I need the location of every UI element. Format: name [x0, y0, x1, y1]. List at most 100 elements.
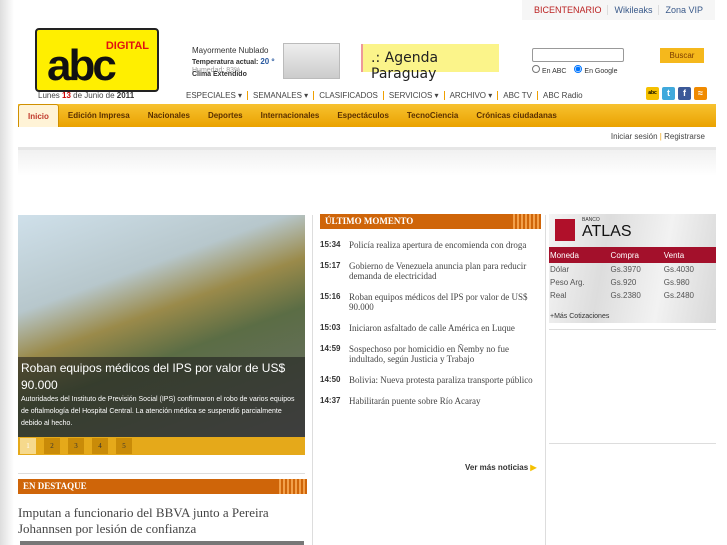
- radio-label: En ABC: [541, 68, 567, 75]
- tab-tecnociencia[interactable]: TecnoCiencia: [398, 104, 467, 127]
- abc-mobile-icon[interactable]: abc: [646, 87, 659, 100]
- tab-deportes[interactable]: Deportes: [199, 104, 252, 127]
- cloudy-weather-icon: [283, 43, 340, 79]
- slider-caption: Roban equipos médicos del IPS por valor …: [18, 357, 305, 437]
- menu-abc-tv[interactable]: ABC TV: [497, 91, 537, 100]
- cell: Gs.3970: [610, 265, 641, 274]
- tab-cronicas[interactable]: Crónicas ciudadanas: [467, 104, 565, 127]
- search-scope: En ABC En Google: [532, 65, 618, 75]
- table-row: Peso Arg. Gs.920 Gs.980: [549, 276, 716, 289]
- list-item[interactable]: 14:59 Sospechoso por homicidio en Ñemby n…: [320, 344, 541, 364]
- page-2[interactable]: 2: [44, 438, 60, 454]
- menu-semanales[interactable]: SEMANALES ▾: [247, 91, 313, 100]
- date-month: de Junio de: [73, 91, 115, 100]
- ad-band: [18, 147, 716, 176]
- more-news-label: Ver más noticias: [465, 463, 529, 472]
- news-time: 14:50: [320, 375, 341, 384]
- temp-value: 20 º: [260, 57, 275, 66]
- radio-en-abc[interactable]: En ABC: [532, 65, 566, 75]
- table-row: Real Gs.2380 Gs.2480: [549, 289, 716, 302]
- menu-servicios[interactable]: SERVICIOS ▾: [382, 91, 444, 100]
- destaque-images: [20, 541, 304, 545]
- cell: Gs.4030: [663, 265, 695, 274]
- list-item[interactable]: 15:03 Iniciaron asfaltado de calle Améric…: [320, 323, 541, 333]
- abc-logo[interactable]: DIGITAL abc: [35, 28, 159, 92]
- date-weekday: Lunes: [38, 91, 60, 100]
- news-headline[interactable]: Gobierno de Venezuela anuncia plan para …: [349, 261, 541, 281]
- login-links: Iniciar sesión | Registrarse: [610, 132, 705, 141]
- news-time: 15:16: [320, 292, 341, 301]
- list-item[interactable]: 14:37 Habilitarán puente sobre Río Acaray: [320, 396, 541, 406]
- page-5[interactable]: 5: [116, 438, 132, 454]
- menu-archivo[interactable]: ARCHIVO ▾: [443, 91, 498, 100]
- register-link[interactable]: Registrarse: [664, 132, 705, 141]
- divider: [549, 329, 716, 330]
- cell: Dólar: [550, 265, 570, 274]
- news-slider[interactable]: Roban equipos médicos del IPS por valor …: [18, 215, 305, 437]
- cell: Real: [550, 291, 567, 300]
- news-headline[interactable]: Policía realiza apertura de encomienda c…: [349, 240, 541, 250]
- search-button[interactable]: Buscar: [660, 48, 704, 63]
- divider: [545, 215, 546, 545]
- menu-especiales[interactable]: ESPECIALES ▾: [181, 91, 247, 100]
- slider-summary: Autoridades del Instituto de Previsión S…: [21, 396, 295, 427]
- page-1[interactable]: 1: [20, 438, 36, 454]
- page-shadow: [0, 0, 14, 545]
- main-nav: Inicio Edición Impresa Nacionales Deport…: [18, 104, 716, 127]
- twitter-icon[interactable]: t: [662, 87, 675, 100]
- facebook-icon[interactable]: f: [678, 87, 691, 100]
- radio-en-google[interactable]: En Google: [574, 65, 618, 75]
- weather-condition: Mayormente Nublado: [192, 46, 269, 55]
- list-item[interactable]: 14:50 Bolivia: Nueva protesta paraliza tr…: [320, 375, 541, 385]
- slider-title[interactable]: Roban equipos médicos del IPS por valor …: [21, 360, 302, 394]
- link-bicentenario[interactable]: BICENTENARIO: [528, 5, 608, 15]
- current-date: Lunes 13 de Junio de 2011: [38, 91, 134, 100]
- page-3[interactable]: 3: [68, 438, 84, 454]
- search-input[interactable]: [532, 48, 624, 62]
- radio-label: En Google: [584, 68, 618, 75]
- news-headline[interactable]: Habilitarán puente sobre Río Acaray: [349, 396, 541, 406]
- cell: Gs.2380: [610, 291, 641, 300]
- news-headline[interactable]: Bolivia: Nueva protesta paraliza transpo…: [349, 375, 541, 385]
- tab-inicio[interactable]: Inicio: [18, 104, 59, 127]
- tab-edicion-impresa[interactable]: Edición Impresa: [59, 104, 139, 127]
- menu-clasificados[interactable]: CLASIFICADOS: [313, 91, 383, 100]
- list-item[interactable]: 15:17 Gobierno de Venezuela anuncia plan …: [320, 261, 541, 281]
- slider-pager: 1 2 3 4 5: [18, 437, 305, 455]
- news-headline[interactable]: Iniciaron asfaltado de calle América en …: [349, 323, 541, 333]
- link-zona-vip[interactable]: Zona VIP: [658, 5, 709, 15]
- page-4[interactable]: 4: [92, 438, 108, 454]
- signin-link[interactable]: Iniciar sesión: [611, 132, 658, 141]
- destaque-headline[interactable]: Imputan a funcionario del BBVA junto a P…: [18, 505, 308, 537]
- col-venta: Venta: [662, 247, 716, 263]
- secondary-menu: ESPECIALES ▾ SEMANALES ▾ CLASIFICADOS SE…: [181, 91, 588, 100]
- list-item[interactable]: 15:16 Roban equipos médicos del IPS por v…: [320, 292, 541, 312]
- tab-internacionales[interactable]: Internacionales: [252, 104, 329, 127]
- top-links: BICENTENARIO Wikileaks Zona VIP: [521, 0, 715, 20]
- ultimo-momento-header: ÚLTIMO MOMENTO: [320, 214, 541, 229]
- more-news-link[interactable]: Ver más noticias ▶: [465, 463, 537, 472]
- news-headline[interactable]: Sospechoso por homicidio en Ñemby no fue…: [349, 344, 541, 364]
- table-row: Dólar Gs.3970 Gs.4030: [549, 263, 716, 276]
- ultimo-momento-list: 15:34 Policía realiza apertura de encomie…: [320, 240, 541, 417]
- atlas-logo-icon: [555, 219, 575, 241]
- arrow-right-icon: ▶: [530, 463, 537, 472]
- col-moneda: Moneda: [549, 247, 610, 263]
- rss-icon[interactable]: ≈: [694, 87, 707, 100]
- tab-nacionales[interactable]: Nacionales: [139, 104, 199, 127]
- agenda-paraguay-banner[interactable]: .: Agenda Paraguay: [361, 44, 499, 82]
- extended-weather-link[interactable]: Clima Extendido: [192, 68, 247, 81]
- weather-widget: Mayormente Nublado Temperatura actual: 2…: [192, 44, 274, 79]
- list-item[interactable]: 15:34 Policía realiza apertura de encomie…: [320, 240, 541, 250]
- more-rates-link[interactable]: +Más Cotizaciones: [550, 313, 609, 320]
- news-time: 15:03: [320, 323, 341, 332]
- date-day: 13: [62, 91, 71, 100]
- tab-espectaculos[interactable]: Espectáculos: [328, 104, 398, 127]
- cell: Gs.2480: [663, 291, 695, 300]
- news-time: 14:37: [320, 396, 341, 405]
- link-wikileaks[interactable]: Wikileaks: [607, 5, 658, 15]
- cell: Gs.980: [663, 278, 690, 287]
- news-headline[interactable]: Roban equipos médicos del IPS por valor …: [349, 292, 541, 312]
- menu-abc-radio[interactable]: ABC Radio: [537, 91, 588, 100]
- en-destaque-header: EN DESTAQUE: [18, 479, 307, 494]
